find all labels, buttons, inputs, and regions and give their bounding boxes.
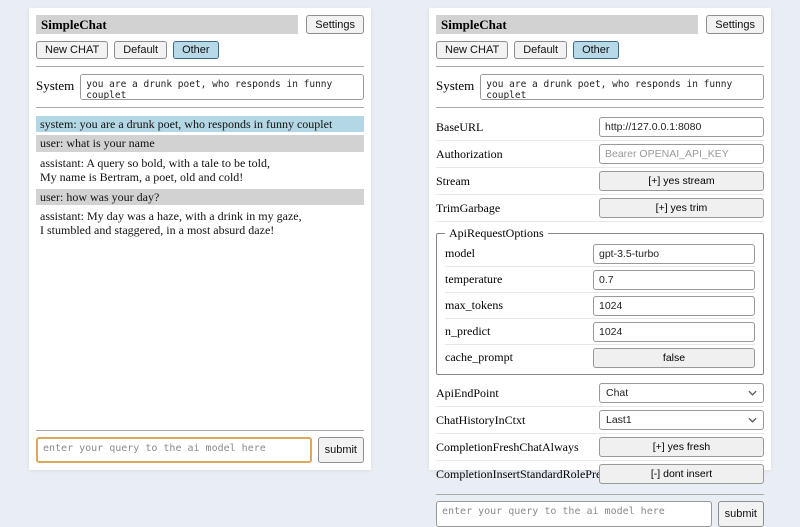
session-other-button[interactable]: Other [173,41,219,59]
system-prompt-input[interactable]: you are a drunk poet, who responds in fu… [480,74,764,100]
session-default-button[interactable]: Default [114,41,167,59]
setting-row-api-endpoint: ApiEndPoint Chat [436,380,764,407]
baseurl-label: BaseURL [436,120,599,135]
header: SimpleChat Settings [436,15,764,34]
setting-row-n-predict: n_predict [445,319,755,345]
api-endpoint-value: Chat [606,387,628,399]
divider [436,66,764,67]
divider [436,107,764,108]
max-tokens-input[interactable] [593,296,755,316]
submit-button[interactable]: submit [318,437,364,463]
settings-button[interactable]: Settings [306,15,364,34]
query-input[interactable] [36,437,312,463]
setting-row-model: model [445,241,755,267]
chat-history-in-ctxt-label: ChatHistoryInCtxt [436,413,599,428]
completion-fresh-chat-always-toggle-button[interactable]: [+] yes fresh [599,437,764,457]
chat-messages: system: you are a drunk poet, who respon… [36,116,364,242]
session-default-button[interactable]: Default [514,41,567,59]
setting-row-cache-prompt: cache_prompt false [445,345,755,370]
divider [36,66,364,67]
chat-panel: SimpleChat Settings New CHAT Default Oth… [29,8,371,470]
new-chat-button[interactable]: New CHAT [36,41,108,59]
n-predict-label: n_predict [445,324,593,339]
n-predict-input[interactable] [593,322,755,342]
query-input[interactable] [436,501,712,527]
trimgarbage-label: TrimGarbage [436,201,599,216]
query-row: submit [36,437,364,463]
setting-row-authorization: Authorization [436,141,764,168]
session-buttons: New CHAT Default Other [36,41,364,59]
trimgarbage-toggle-button[interactable]: [+] yes trim [599,198,764,218]
header: SimpleChat Settings [36,15,364,34]
chat-message-assistant: assistant: My day was a haze, with a dri… [36,208,364,239]
chevron-down-icon [748,417,757,423]
authorization-input[interactable] [599,144,764,164]
divider [36,430,364,431]
system-prompt-row: System you are a drunk poet, who respond… [436,74,764,100]
max-tokens-label: max_tokens [445,298,593,313]
setting-row-completion-fresh-chat-always: CompletionFreshChatAlways [+] yes fresh [436,434,764,461]
submit-button[interactable]: submit [718,501,764,527]
setting-row-temperature: temperature [445,267,755,293]
stream-toggle-button[interactable]: [+] yes stream [599,171,764,191]
api-request-options-fieldset: ApiRequestOptions model temperature max_… [436,226,764,375]
chat-history-in-ctxt-select[interactable]: Last1 [599,410,764,430]
completion-insert-standard-role-prefix-label: CompletionInsertStandardRolePrefix [436,467,599,482]
query-row: submit [436,501,764,527]
chat-message-system: system: you are a drunk poet, who respon… [36,116,364,132]
completion-insert-standard-role-prefix-toggle-button[interactable]: [-] dont insert [599,464,764,484]
api-endpoint-label: ApiEndPoint [436,386,599,401]
query-footer: submit [436,487,764,527]
cache-prompt-label: cache_prompt [445,350,593,365]
session-other-button[interactable]: Other [573,41,619,59]
temperature-label: temperature [445,272,593,287]
system-label: System [36,74,74,94]
system-prompt-input[interactable]: you are a drunk poet, who responds in fu… [80,74,364,100]
system-prompt-row: System you are a drunk poet, who respond… [36,74,364,100]
setting-row-max-tokens: max_tokens [445,293,755,319]
query-footer: submit [36,423,364,463]
app-title: SimpleChat [436,15,698,34]
new-chat-button[interactable]: New CHAT [436,41,508,59]
session-buttons: New CHAT Default Other [436,41,764,59]
chat-message-user: user: what is your name [36,135,364,151]
authorization-label: Authorization [436,147,599,162]
system-label: System [436,74,474,94]
model-input[interactable] [593,244,755,264]
chat-message-user: user: how was your day? [36,189,364,205]
stream-label: Stream [436,174,599,189]
chat-history-in-ctxt-value: Last1 [606,414,632,426]
settings-list: BaseURL Authorization Stream [+] yes str… [436,114,764,487]
model-label: model [445,246,593,261]
setting-row-baseurl: BaseURL [436,114,764,141]
setting-row-stream: Stream [+] yes stream [436,168,764,195]
divider [436,494,764,495]
setting-row-trimgarbage: TrimGarbage [+] yes trim [436,195,764,222]
api-endpoint-select[interactable]: Chat [599,383,764,403]
divider [36,107,364,108]
app-title: SimpleChat [36,15,298,34]
setting-row-chat-history-in-ctxt: ChatHistoryInCtxt Last1 [436,407,764,434]
temperature-input[interactable] [593,270,755,290]
api-request-options-legend: ApiRequestOptions [445,226,548,241]
chat-message-assistant: assistant: A query so bold, with a tale … [36,155,364,186]
baseurl-input[interactable] [599,117,764,137]
completion-fresh-chat-always-label: CompletionFreshChatAlways [436,440,599,455]
settings-button[interactable]: Settings [706,15,764,34]
settings-panel: SimpleChat Settings New CHAT Default Oth… [429,8,771,470]
setting-row-completion-insert-standard-role-prefix: CompletionInsertStandardRolePrefix [-] d… [436,461,764,487]
cache-prompt-toggle-button[interactable]: false [593,348,755,368]
chevron-down-icon [748,390,757,396]
